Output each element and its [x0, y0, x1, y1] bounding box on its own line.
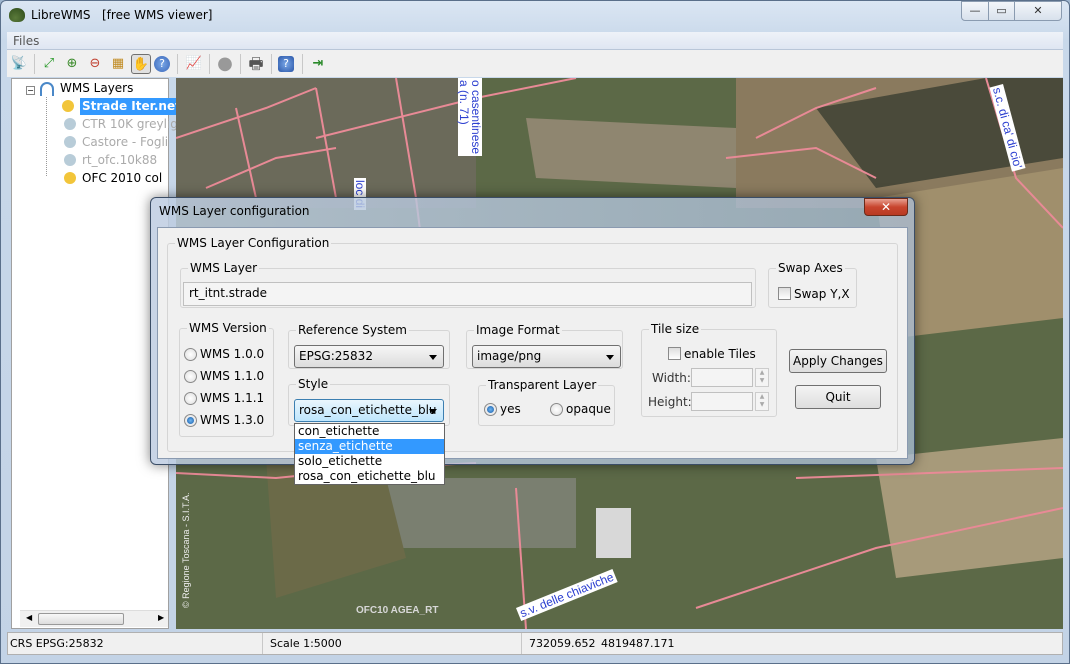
x-coordinate: 732059.652	[529, 637, 596, 650]
style-select[interactable]: rosa_con_etichette_blu	[294, 399, 444, 422]
horizontal-scrollbar[interactable]: ◀ ▶	[20, 610, 168, 627]
style-option[interactable]: con_etichette	[295, 424, 444, 439]
stop-icon[interactable]: ●	[215, 54, 235, 74]
exit-icon[interactable]: ⇥	[308, 54, 328, 74]
style-option[interactable]: solo_etichette	[295, 454, 444, 469]
dialog-close-button[interactable]: ✕	[864, 198, 908, 216]
map-icon[interactable]: ▦	[108, 54, 128, 74]
map-label: o casentinese a (n. 71)	[457, 78, 483, 157]
layers-chart-icon[interactable]: 📈	[184, 54, 204, 74]
tile-width-input[interactable]	[691, 368, 753, 387]
dialog-title: WMS Layer configuration	[159, 204, 310, 218]
tile-height-label: Height:	[648, 395, 692, 409]
wms-layer-field[interactable]: rt_itnt.strade	[183, 282, 752, 306]
chevron-down-icon	[429, 409, 437, 414]
app-logo-icon	[9, 8, 25, 22]
bulb-off-icon	[64, 118, 76, 130]
scale-readout: Scale 1:5000	[270, 637, 342, 650]
window-subtitle: [free WMS viewer]	[102, 8, 213, 22]
minimize-button[interactable]: —	[961, 1, 989, 21]
style-option-highlighted[interactable]: senza_etichette	[295, 439, 444, 454]
tree-item-castore[interactable]: Castore - Fogli	[64, 134, 168, 151]
scroll-right-icon[interactable]: ▶	[158, 613, 164, 622]
radio-wms-110[interactable]	[184, 370, 197, 383]
bulb-off-icon	[64, 136, 76, 148]
tile-height-input[interactable]	[691, 392, 753, 411]
swap-yx-label: Swap Y,X	[794, 287, 850, 301]
status-bar: CRS EPSG:25832 Scale 1:5000 732059.652 4…	[7, 632, 1063, 655]
scrollbar-thumb[interactable]	[38, 613, 124, 625]
tree-item-rt-ofc[interactable]: rt_ofc.10k88	[64, 152, 157, 169]
zoom-extent-icon[interactable]: ⤢	[39, 54, 59, 74]
layer-tree: − WMS Layers Strade Iter.net CTR 10K gre…	[11, 78, 190, 629]
info-icon[interactable]: ?	[154, 56, 170, 72]
crs-readout: CRS EPSG:25832	[10, 637, 104, 650]
map-copyright: © Regione Toscana - S.I.T.A.	[181, 492, 191, 608]
chevron-down-icon	[429, 355, 437, 360]
radio-transparent-yes[interactable]	[484, 403, 497, 416]
y-coordinate: 4819487.171	[601, 637, 675, 650]
reference-system-select[interactable]: EPSG:25832	[294, 345, 444, 368]
menu-files[interactable]: Files	[13, 34, 39, 48]
enable-tiles-checkbox[interactable]	[668, 347, 681, 360]
collapse-icon[interactable]: −	[26, 86, 35, 95]
print-icon[interactable]: 🖶	[246, 54, 266, 74]
tree-root[interactable]: WMS Layers	[60, 80, 133, 97]
tree-item-ofc2010[interactable]: OFC 2010 col	[64, 170, 162, 187]
app-title: LibreWMS	[31, 8, 91, 22]
image-format-select[interactable]: image/png	[472, 345, 621, 368]
map-watermark: OFC10 AGEA_RT	[356, 605, 439, 616]
enable-tiles-label: enable Tiles	[684, 347, 756, 361]
zoom-out-icon[interactable]: ⊖	[85, 54, 105, 74]
radio-wms-130[interactable]	[184, 414, 197, 427]
radio-transparent-opaque[interactable]	[550, 403, 563, 416]
pan-hand-icon[interactable]: ✋	[131, 54, 151, 74]
bulb-off-icon	[64, 154, 76, 166]
maximize-button[interactable]: ▭	[988, 1, 1015, 21]
toolbar: 📡 ⤢ ⊕ ⊖ ▦ ✋ ? 📈 ● 🖶 ? ⇥	[7, 50, 1063, 77]
apply-changes-button[interactable]: Apply Changes	[789, 349, 887, 373]
tile-width-label: Width:	[652, 371, 691, 385]
tile-width-spinner[interactable]: ▲ ▼	[755, 368, 769, 387]
tree-item-ctr[interactable]: CTR 10K greylight	[64, 116, 190, 133]
close-button[interactable]: ✕	[1014, 1, 1062, 21]
quit-button[interactable]: Quit	[795, 385, 881, 409]
bulb-on-icon	[62, 100, 74, 112]
help-icon[interactable]: ?	[278, 56, 294, 72]
chevron-down-icon	[606, 355, 614, 360]
wms-layers-icon	[40, 82, 54, 96]
bulb-on-icon	[64, 172, 76, 184]
radio-wms-111[interactable]	[184, 392, 197, 405]
menu-bar: Files	[7, 32, 1063, 50]
style-dropdown-list: con_etichette senza_etichette solo_etich…	[294, 423, 445, 485]
radio-wms-100[interactable]	[184, 348, 197, 361]
tile-height-spinner[interactable]: ▲ ▼	[755, 392, 769, 411]
style-option[interactable]: rosa_con_etichette_blu	[295, 469, 444, 484]
zoom-in-icon[interactable]: ⊕	[62, 54, 82, 74]
wms-connect-icon[interactable]: 📡	[9, 54, 29, 74]
scroll-left-icon[interactable]: ◀	[26, 613, 32, 622]
tree-item-strade[interactable]: Strade Iter.net	[62, 98, 183, 115]
swap-yx-checkbox[interactable]	[778, 287, 791, 300]
